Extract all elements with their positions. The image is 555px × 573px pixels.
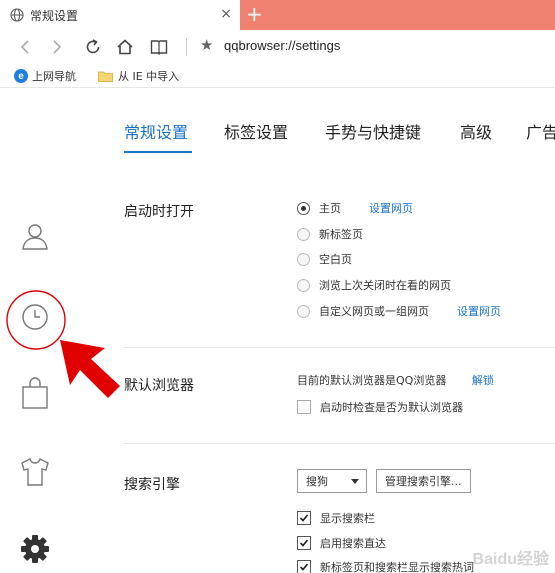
option-label: 主页 — [319, 202, 341, 215]
unbind-link[interactable]: 解锁 — [472, 374, 494, 387]
option-label: 新标签页 — [319, 228, 363, 241]
globe-icon — [10, 8, 24, 22]
settings-gear-icon[interactable] — [18, 532, 52, 566]
tab-general[interactable]: 常规设置 — [124, 119, 188, 143]
user-icon[interactable] — [18, 219, 52, 253]
tab-strip: 常规设置 × + — [0, 0, 555, 30]
set-custom-pages-link[interactable]: 设置网页 — [457, 303, 501, 319]
startup-section-title: 启动时打开 — [124, 204, 194, 220]
new-tab-button[interactable]: + — [246, 3, 263, 25]
option-label: 显示搜索栏 — [320, 512, 375, 525]
tab-advanced[interactable]: 高级 — [460, 119, 492, 143]
address-toolbar: ★ qqbrowser://settings — [0, 30, 555, 64]
option-label: 自定义网页或一组网页 — [319, 305, 429, 318]
settings-page: 常规设置 标签设置 手势与快捷键 高级 广告 启动时打开 主页 设置网页 新标签… — [0, 89, 555, 573]
checkmark-icon — [299, 563, 309, 571]
checkbox[interactable] — [297, 560, 311, 573]
skin-shirt-icon[interactable] — [18, 455, 52, 489]
default-browser-section-title: 默认浏览器 — [124, 378, 194, 394]
option-label: 浏览上次关闭时在看的网页 — [319, 279, 451, 292]
hot-search-words-option[interactable]: 新标签页和搜索栏显示搜索热词 — [297, 559, 474, 573]
tab-title: 常规设置 — [30, 8, 79, 23]
home-icon[interactable] — [114, 36, 136, 58]
show-search-bar-option[interactable]: 显示搜索栏 — [297, 510, 375, 526]
set-homepage-link[interactable]: 设置网页 — [369, 200, 413, 216]
forward-icon[interactable] — [46, 36, 68, 58]
tab-tabs[interactable]: 标签设置 — [224, 119, 288, 143]
radio-button[interactable] — [297, 201, 310, 215]
refresh-icon[interactable] — [82, 36, 104, 58]
bookmark-item[interactable]: e 上网导航 — [14, 68, 76, 84]
back-icon[interactable] — [14, 36, 36, 58]
chevron-down-icon — [351, 479, 359, 484]
checkmark-icon — [299, 539, 309, 547]
annotation-arrow — [6, 290, 120, 398]
radio-button[interactable] — [297, 304, 310, 318]
option-label: 启用搜索直达 — [320, 537, 386, 550]
bookmark-star-icon[interactable]: ★ — [200, 36, 213, 54]
default-browser-text: 目前的默认浏览器是QQ浏览器 — [297, 374, 447, 387]
bookmark-label: 上网导航 — [32, 70, 76, 83]
check-default-browser-option[interactable]: 启动时检查是否为默认浏览器 — [297, 399, 463, 415]
startup-option-blank[interactable]: 空白页 — [297, 251, 352, 267]
option-label: 空白页 — [319, 253, 352, 266]
folder-icon — [98, 71, 113, 82]
search-engine-section-title: 搜索引擎 — [124, 477, 180, 493]
tab-gestures-shortcuts[interactable]: 手势与快捷键 — [325, 119, 421, 143]
selected-engine: 搜狗 — [306, 475, 328, 488]
close-tab-icon[interactable]: × — [220, 6, 232, 22]
radio-button[interactable] — [297, 252, 310, 266]
startup-option-restore[interactable]: 浏览上次关闭时在看的网页 — [297, 277, 451, 293]
radio-button[interactable] — [297, 278, 310, 292]
bookmarks-bar: e 上网导航 从 IE 中导入 — [0, 64, 555, 88]
ie-icon: e — [14, 69, 28, 83]
radio-button[interactable] — [297, 227, 310, 241]
toolbar-separator — [186, 38, 187, 56]
section-divider — [124, 347, 555, 348]
bookmark-item[interactable]: 从 IE 中导入 — [98, 68, 179, 84]
section-divider — [124, 443, 555, 444]
checkbox[interactable] — [297, 511, 311, 525]
checkbox[interactable] — [297, 400, 311, 414]
checkbox[interactable] — [297, 536, 311, 550]
browser-tab[interactable]: 常规设置 × — [0, 0, 240, 30]
reading-mode-icon[interactable] — [148, 36, 170, 58]
address-bar[interactable]: qqbrowser://settings — [224, 38, 340, 53]
active-tab-indicator — [124, 151, 192, 153]
search-engine-select[interactable]: 搜狗 — [297, 469, 367, 493]
startup-option-newtab[interactable]: 新标签页 — [297, 226, 363, 242]
bookmark-label: 从 IE 中导入 — [118, 70, 180, 83]
manage-search-engines-button[interactable]: 管理搜索引擎... — [376, 469, 471, 493]
startup-option-home[interactable]: 主页 设置网页 — [297, 200, 413, 216]
option-label: 新标签页和搜索栏显示搜索热词 — [320, 561, 474, 573]
tab-ads[interactable]: 广告 — [526, 119, 555, 143]
startup-option-custom[interactable]: 自定义网页或一组网页 设置网页 — [297, 303, 501, 319]
option-label: 启动时检查是否为默认浏览器 — [320, 401, 463, 414]
watermark: Baidu经验 — [472, 551, 549, 568]
default-browser-status: 目前的默认浏览器是QQ浏览器 解锁 — [297, 372, 494, 388]
checkmark-icon — [299, 514, 309, 522]
enable-search-direct-option[interactable]: 启用搜索直达 — [297, 535, 386, 551]
